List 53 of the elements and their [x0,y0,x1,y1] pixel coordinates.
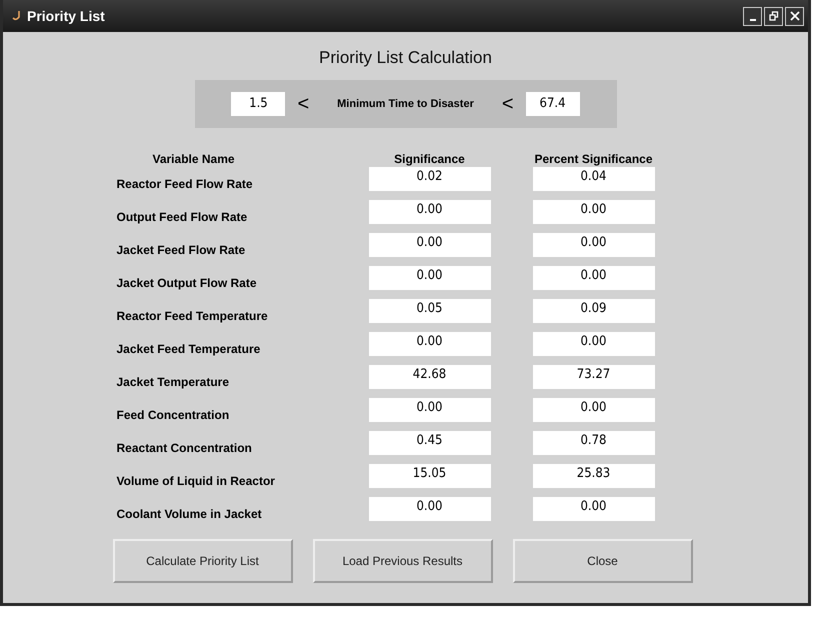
value-field: 67.4 [526,92,580,116]
variable-label: Jacket Output Flow Rate [116,275,258,290]
value-field: 0.45 [368,431,490,455]
column-header: Variable Name [152,152,236,166]
value-field: 0.00 [532,233,654,257]
value-field: 0.04 [532,167,654,191]
variable-label: Reactor Feed Flow Rate [116,176,254,191]
value-field: 0.02 [368,167,490,191]
value-field: 0.00 [368,233,490,257]
variable-label: Reactant Concentration [116,440,253,455]
value-field: 0.78 [532,431,654,455]
minimize-icon [750,19,756,21]
value-field: 0.09 [532,299,654,323]
value-field: 0.00 [532,398,654,422]
close-button[interactable] [785,6,804,26]
value-field: 73.27 [532,365,654,389]
value-field: 42.68 [368,365,490,389]
value-field: 0.00 [368,200,490,224]
value-field: 0.00 [532,497,654,521]
value-field: 0.00 [368,398,490,422]
variable-label: Jacket Temperature [116,374,230,389]
value-field: 25.83 [532,464,654,488]
app-icon [11,10,23,22]
variable-label: Reactor Feed Temperature [116,308,269,323]
form-heading: Priority List Calculation [319,48,492,68]
variable-label: Jacket Feed Temperature [116,341,262,356]
value-field: 0.00 [368,497,490,521]
value-field: 0.00 [532,266,654,290]
variable-label: Coolant Volume in Jacket [116,506,263,521]
value-field: 0.00 [532,200,654,224]
action-button[interactable]: Calculate Priority List [112,539,292,583]
range-label: Minimum Time to Disaster [337,98,474,110]
action-button[interactable]: Load Previous Results [312,539,492,583]
action-button[interactable]: Close [512,539,692,583]
value-field: 15.05 [368,464,490,488]
close-icon [790,11,800,21]
less-than-sign: < [297,92,310,116]
value-field: 0.05 [368,299,490,323]
less-than-sign: < [502,92,514,116]
variable-label: Volume of Liquid in Reactor [116,473,276,488]
value-field: 0.00 [368,332,490,356]
restore-button[interactable] [764,6,783,26]
value-field: 0.00 [368,266,490,290]
window-title: Priority List [27,8,105,24]
restore-icon [768,11,778,21]
variable-label: Jacket Feed Flow Rate [116,242,246,257]
column-header: Percent Significance [533,152,654,166]
minimize-button[interactable] [743,6,762,26]
variable-label: Feed Concentration [116,407,230,422]
variable-label: Output Feed Flow Rate [116,209,248,224]
column-header: Significance [393,152,466,166]
value-field: 0.00 [532,332,654,356]
value-field: 1.5 [231,92,286,116]
